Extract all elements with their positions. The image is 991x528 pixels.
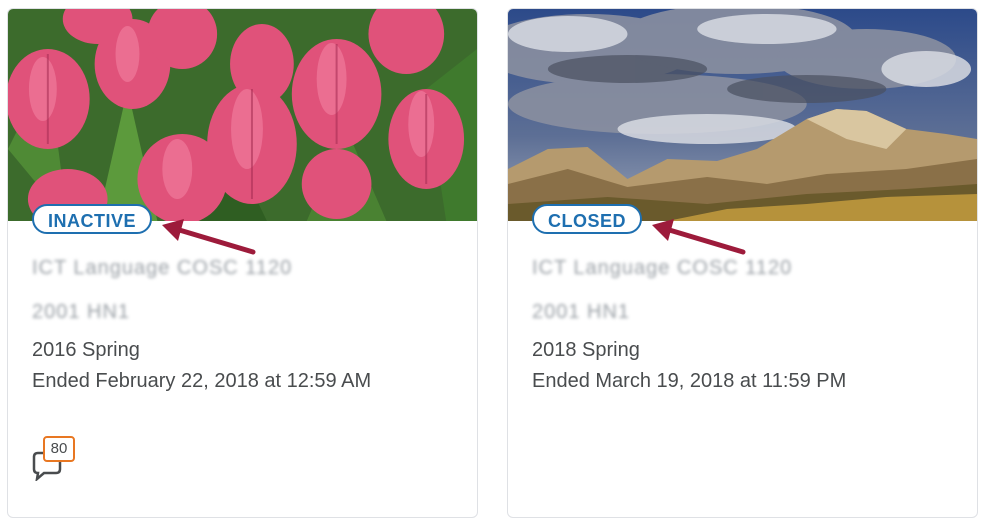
course-title-line-1[interactable]: ICT Language COSC 1120	[32, 257, 402, 283]
course-title-line-2[interactable]: 2001 HN1	[532, 301, 902, 327]
red-arrow-annotation	[162, 219, 256, 255]
course-image-mountains[interactable]	[508, 9, 977, 221]
course-end-date: Ended March 19, 2018 at 11:59 PM	[532, 370, 847, 392]
course-image-tulips[interactable]	[8, 9, 477, 221]
status-badge-closed: CLOSED	[532, 204, 643, 234]
course-semester: 2018 Spring	[532, 339, 640, 361]
discussion-count-badge[interactable]: 80	[43, 436, 75, 462]
course-card-1[interactable]: INACTIVE ICT Language COSC 1120 2001 HN1…	[7, 8, 478, 518]
course-end-date: Ended February 22, 2018 at 12:59 AM	[32, 370, 372, 392]
course-card-2[interactable]: CLOSED ICT Language COSC 1120 2001 HN1 2…	[507, 8, 978, 518]
tulips-image	[8, 9, 477, 221]
course-title-line-2[interactable]: 2001 HN1	[32, 301, 402, 327]
mountain-landscape-image	[508, 9, 977, 221]
course-title-line-1[interactable]: ICT Language COSC 1120	[532, 257, 902, 283]
red-arrow-annotation	[652, 219, 746, 255]
status-badge-inactive: INACTIVE	[32, 204, 153, 234]
course-semester: 2016 Spring	[32, 339, 140, 361]
